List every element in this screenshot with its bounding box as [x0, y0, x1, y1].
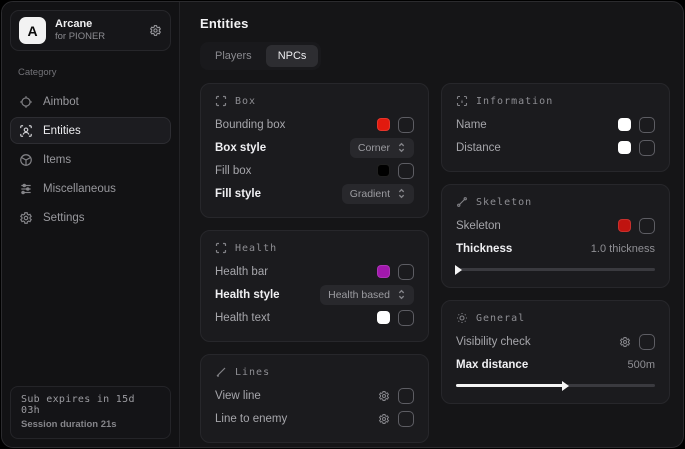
card-title: Box [235, 96, 256, 107]
visibility-check-checkbox[interactable] [639, 334, 655, 350]
thickness-slider-thumb[interactable] [455, 265, 462, 275]
sidebar-item-label: Entities [43, 125, 81, 137]
sliders-icon [19, 182, 33, 196]
max-distance-slider-thumb[interactable] [562, 381, 569, 391]
card-title: General [476, 313, 525, 324]
line-to-enemy-checkbox[interactable] [398, 411, 414, 427]
box-card: Box Bounding box Box style Corner [200, 83, 429, 218]
crosshair-icon [19, 95, 33, 109]
thickness-row: Thickness 1.0 thickness [456, 237, 655, 260]
pencil-line-icon [215, 366, 227, 378]
health-text-row: Health text [215, 306, 414, 329]
general-card: General Visibility check Max distance [441, 300, 670, 404]
skeleton-color-swatch[interactable] [618, 219, 631, 232]
health-bar-checkbox[interactable] [398, 264, 414, 280]
sidebar-item-items[interactable]: Items [10, 146, 171, 173]
settings-icon[interactable] [149, 24, 162, 37]
subscription-info: Sub expires in 15d 03h Session duration … [10, 386, 171, 439]
sidebar-item-aimbot[interactable]: Aimbot [10, 88, 171, 115]
card-title: Information [476, 96, 553, 107]
line-to-enemy-gear-icon[interactable] [378, 413, 390, 425]
distance-color-swatch[interactable] [618, 141, 631, 154]
skeleton-checkbox[interactable] [639, 218, 655, 234]
bone-icon [456, 196, 468, 208]
max-distance-row: Max distance 500m [456, 353, 655, 376]
max-distance-slider[interactable] [456, 379, 655, 391]
app-subtitle: for PIONER [55, 31, 140, 43]
card-title: Skeleton [476, 197, 532, 208]
health-style-row: Health style Health based [215, 283, 414, 306]
package-icon [19, 153, 33, 167]
information-card: Information Name Distance [441, 83, 670, 172]
fill-box-row: Fill box [215, 159, 414, 182]
max-distance-value: 500m [627, 359, 655, 371]
card-title: Lines [235, 367, 270, 378]
sun-icon [456, 312, 468, 324]
category-label: Category [18, 67, 163, 78]
card-title: Health [235, 243, 277, 254]
unfold-icon [397, 289, 406, 300]
sub-expiry-text: Sub expires in 15d 03h [21, 394, 160, 416]
sidebar-item-settings[interactable]: Settings [10, 204, 171, 231]
sidebar-item-label: Items [43, 154, 71, 166]
distance-row: Distance [456, 136, 655, 159]
box-style-row: Box style Corner [215, 136, 414, 159]
tab-npcs[interactable]: NPCs [266, 45, 319, 67]
fill-box-checkbox[interactable] [398, 163, 414, 179]
health-card: Health Health bar Health style Health ba… [200, 230, 429, 342]
view-line-row: View line [215, 384, 414, 407]
health-bar-color-swatch[interactable] [377, 265, 390, 278]
name-color-swatch[interactable] [618, 118, 631, 131]
tab-group: Players NPCs [200, 42, 321, 70]
thickness-slider[interactable] [456, 263, 655, 275]
main-panel: Entities Players NPCs Box Bounding box [180, 2, 683, 447]
line-to-enemy-row: Line to enemy [215, 407, 414, 430]
thickness-value: 1.0 thickness [591, 243, 655, 255]
app-logo: A [19, 17, 46, 44]
health-corners-icon [215, 242, 227, 254]
health-text-color-swatch[interactable] [377, 311, 390, 324]
sidebar-item-label: Miscellaneous [43, 183, 116, 195]
distance-checkbox[interactable] [639, 140, 655, 156]
gear-icon [19, 211, 33, 225]
tab-players[interactable]: Players [203, 45, 264, 67]
name-row: Name [456, 113, 655, 136]
session-duration-text: Session duration 21s [21, 419, 160, 430]
fill-style-dropdown[interactable]: Gradient [342, 184, 414, 204]
unfold-icon [397, 188, 406, 199]
visibility-check-row: Visibility check [456, 330, 655, 353]
unfold-icon [397, 142, 406, 153]
sidebar-item-label: Settings [43, 212, 85, 224]
skeleton-card: Skeleton Skeleton Thickness 1.0 thicknes… [441, 184, 670, 288]
scan-person-icon [19, 124, 33, 138]
app-window: A Arcane for PIONER Category Aimbot [1, 1, 684, 448]
visibility-check-gear-icon[interactable] [619, 336, 631, 348]
health-bar-row: Health bar [215, 260, 414, 283]
app-name: Arcane [55, 18, 140, 32]
sidebar-nav: Aimbot Entities Items Miscellaneous [10, 88, 171, 231]
fill-style-row: Fill style Gradient [215, 182, 414, 205]
view-line-checkbox[interactable] [398, 388, 414, 404]
view-line-gear-icon[interactable] [378, 390, 390, 402]
info-icon [456, 95, 468, 107]
health-text-checkbox[interactable] [398, 310, 414, 326]
lines-card: Lines View line Line to enemy [200, 354, 429, 443]
bounding-box-color-swatch[interactable] [377, 118, 390, 131]
box-corners-icon [215, 95, 227, 107]
bounding-box-checkbox[interactable] [398, 117, 414, 133]
bounding-box-row: Bounding box [215, 113, 414, 136]
sidebar-item-label: Aimbot [43, 96, 79, 108]
brand-card: A Arcane for PIONER [10, 10, 171, 51]
sidebar: A Arcane for PIONER Category Aimbot [2, 2, 180, 447]
skeleton-row: Skeleton [456, 214, 655, 237]
health-style-dropdown[interactable]: Health based [320, 285, 414, 305]
sidebar-item-entities[interactable]: Entities [10, 117, 171, 144]
name-checkbox[interactable] [639, 117, 655, 133]
page-title: Entities [200, 16, 670, 31]
fill-box-color-swatch[interactable] [377, 164, 390, 177]
box-style-dropdown[interactable]: Corner [350, 138, 414, 158]
sidebar-item-miscellaneous[interactable]: Miscellaneous [10, 175, 171, 202]
